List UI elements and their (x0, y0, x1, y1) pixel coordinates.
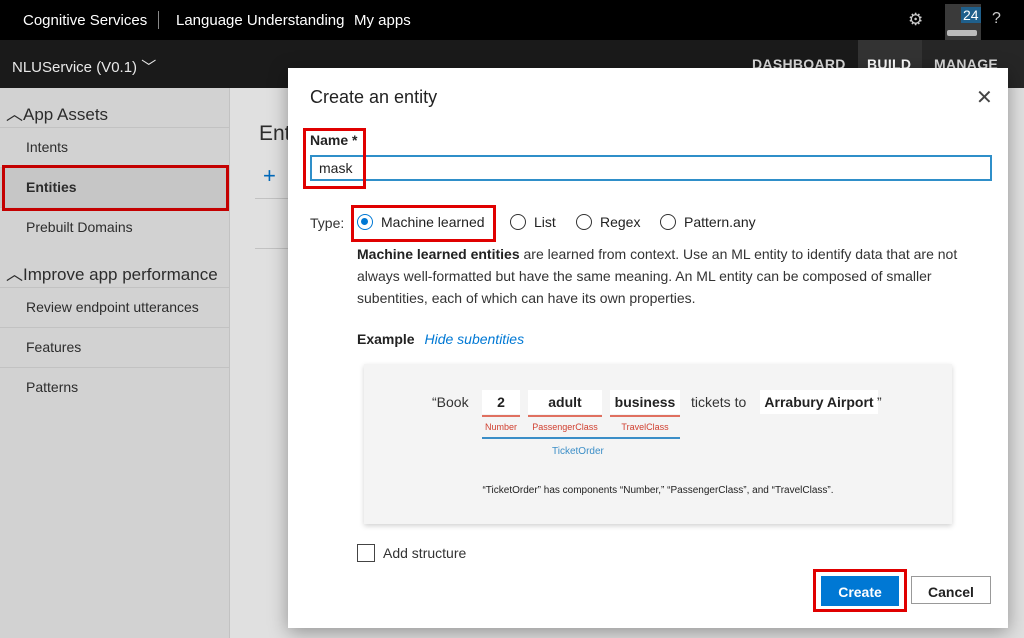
name-label: Name * (310, 132, 358, 148)
cancel-button[interactable]: Cancel (911, 576, 991, 604)
notifications-button[interactable]: 24 (945, 4, 981, 40)
type-description: Machine learned entities are learned fro… (357, 243, 992, 309)
radio-label: Pattern.any (684, 214, 756, 230)
create-button[interactable]: Create (821, 576, 899, 606)
brand-link[interactable]: Cognitive Services (23, 12, 147, 29)
subentity-underline (610, 415, 680, 417)
dialog-title: Create an entity (310, 87, 438, 107)
app-selector[interactable]: NLUService (V0.1) ﹀ (12, 56, 156, 77)
create-entity-dialog: Create an entity ✕ Name * Type: Machine … (288, 68, 1008, 628)
parent-entity-underline (482, 437, 680, 439)
example-close-quote: ” (877, 394, 882, 410)
app-name: NLUService (V0.1) (12, 59, 138, 76)
notification-count: 24 (961, 7, 981, 23)
radio-icon (660, 214, 676, 230)
hide-subentities-link[interactable]: Hide subentities (424, 331, 524, 347)
example-chip: Arrabury Airport (760, 390, 878, 414)
parent-entity-label: TicketOrder (552, 446, 604, 457)
example-middle-text: tickets to (691, 394, 747, 410)
subentity-label: Number (484, 422, 517, 432)
subentity-underline (528, 415, 602, 417)
radio-label: Machine learned (381, 214, 485, 230)
radio-selected-icon (357, 214, 373, 230)
example-label: Example (357, 331, 415, 347)
subentity-label: TravelClass (621, 422, 669, 432)
top-bar: Cognitive Services Language Understandin… (0, 0, 1024, 40)
add-structure-checkbox[interactable] (357, 544, 375, 562)
product-link[interactable]: Language Understanding (176, 12, 344, 29)
subentity-underline (482, 415, 520, 417)
radio-icon (576, 214, 592, 230)
entity-name-input[interactable] (310, 155, 992, 181)
example-note: “TicketOrder” has components “Number,” “… (482, 485, 834, 496)
radio-label: Regex (600, 214, 641, 230)
divider (158, 11, 159, 29)
example-open-quote: “Book (432, 394, 469, 410)
example-header: Example Hide subentities (357, 331, 524, 347)
chevron-down-icon: ﹀ (141, 59, 157, 76)
type-label: Type: (310, 215, 345, 231)
subentity-label: PassengerClass (532, 422, 598, 432)
radio-label: List (534, 214, 556, 230)
notification-bar (947, 30, 977, 36)
example-chip: 2 (482, 390, 520, 414)
help-icon[interactable]: ? (992, 10, 1001, 28)
settings-gear-icon[interactable]: ⚙ (908, 10, 923, 30)
example-chip: business (610, 390, 680, 414)
example-chip: adult (528, 390, 602, 414)
add-structure-label: Add structure (383, 545, 467, 561)
radio-icon (510, 214, 526, 230)
example-card: “Book 2 adult business tickets to Arrabu… (364, 364, 952, 524)
my-apps-link[interactable]: My apps (354, 12, 411, 29)
description-bold: Machine learned entities (357, 246, 520, 262)
close-icon[interactable]: ✕ (976, 85, 993, 110)
